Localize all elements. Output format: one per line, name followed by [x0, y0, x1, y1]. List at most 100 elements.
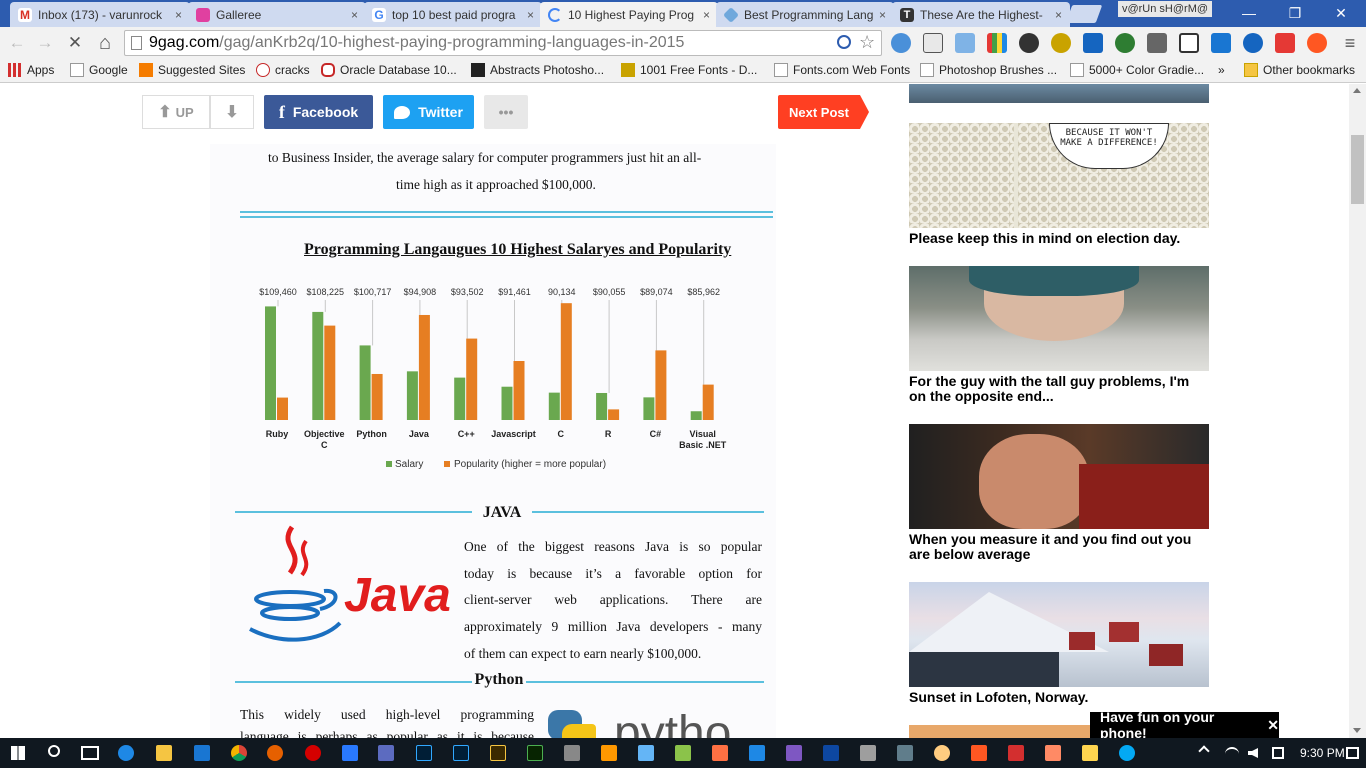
bookmark-google[interactable]: Google [70, 63, 128, 77]
extension-icon[interactable] [1083, 33, 1103, 53]
tab-galleree[interactable]: Galleree × [188, 2, 366, 27]
app-icon[interactable] [342, 745, 358, 761]
scroll-down-arrow[interactable] [1353, 728, 1361, 733]
forward-button[interactable]: → [34, 32, 56, 54]
extension-icon[interactable] [1179, 33, 1199, 53]
extension-icon[interactable] [1307, 33, 1327, 53]
taskbar-clock[interactable]: 9:30 PM [1300, 746, 1345, 760]
sidebar-caption[interactable]: For the guy with the tall guy problems, … [909, 374, 1209, 404]
app-icon[interactable] [378, 745, 394, 761]
close-window-button[interactable]: ✕ [1318, 0, 1364, 27]
bookmarks-overflow-button[interactable]: » [1218, 63, 1225, 77]
sidebar-thumbnail[interactable] [909, 266, 1209, 371]
tab-best-programming[interactable]: Best Programming Lang × [716, 2, 894, 27]
upvote-button[interactable]: ⬆ UP [142, 95, 210, 129]
firefox-icon[interactable] [267, 745, 283, 761]
search-icon[interactable] [48, 745, 60, 757]
wifi-icon[interactable] [1225, 747, 1239, 761]
bookmark-suggested-sites[interactable]: Suggested Sites [139, 63, 245, 77]
app-icon[interactable] [1045, 745, 1061, 761]
close-icon[interactable]: × [175, 8, 182, 22]
tray-chevron-icon[interactable] [1198, 745, 1210, 757]
restore-button[interactable]: ❐ [1272, 0, 1318, 27]
extension-icon[interactable] [891, 33, 911, 53]
app-icon[interactable] [823, 745, 839, 761]
minimize-button[interactable]: — [1226, 0, 1272, 27]
bookmark-abstracts[interactable]: Abstracts Photosho... [471, 63, 604, 77]
tab-highest[interactable]: T These Are the Highest- × [892, 2, 1070, 27]
store-icon[interactable] [194, 745, 210, 761]
app-icon[interactable] [638, 745, 654, 761]
extension-icon[interactable] [1243, 33, 1263, 53]
app-icon[interactable] [601, 745, 617, 761]
bookmark-fonts-1001[interactable]: 1001 Free Fonts - D... [621, 63, 757, 77]
app-icon[interactable] [712, 745, 728, 761]
extension-icon[interactable] [955, 33, 975, 53]
twitter-share-button[interactable]: Twitter [383, 95, 474, 129]
sidebar-caption[interactable]: Please keep this in mind on election day… [909, 231, 1209, 246]
skype-icon[interactable] [1119, 745, 1135, 761]
windows-start-icon[interactable] [11, 746, 25, 760]
app-icon[interactable] [971, 745, 987, 761]
gear-icon[interactable] [1019, 33, 1039, 53]
close-icon[interactable]: ✕ [1267, 717, 1279, 734]
file-explorer-icon[interactable] [156, 745, 172, 761]
sidebar-thumbnail[interactable] [909, 582, 1209, 687]
extension-icon[interactable] [1147, 33, 1167, 53]
app-icon[interactable] [934, 745, 950, 761]
bookmark-apps[interactable]: Apps [8, 63, 54, 77]
bookmark-photoshop-brushes[interactable]: Photoshop Brushes ... [920, 63, 1057, 77]
dreamweaver-icon[interactable] [527, 745, 543, 761]
phone-toast[interactable]: Have fun on your phone! ✕ [1090, 709, 1279, 741]
tab-inbox[interactable]: M Inbox (173) - varunrock × [10, 2, 190, 27]
extension-icon[interactable] [987, 33, 1007, 53]
close-icon[interactable]: × [1055, 8, 1062, 22]
chrome-icon[interactable] [231, 745, 247, 761]
sidebar-thumbnail[interactable]: BECAUSE IT WON'T MAKE A DIFFERENCE! [909, 123, 1209, 228]
home-button[interactable]: ⌂ [94, 32, 116, 54]
opera-icon[interactable] [305, 745, 321, 761]
sidebar-thumbnail[interactable] [909, 424, 1209, 529]
close-icon[interactable]: × [879, 8, 886, 22]
close-icon[interactable]: × [527, 8, 534, 22]
close-icon[interactable]: × [351, 8, 358, 22]
more-share-button[interactable]: ••• [484, 95, 528, 129]
facebook-share-button[interactable]: f Facebook [264, 95, 373, 129]
app-icon[interactable] [675, 745, 691, 761]
next-post-arrow[interactable] [860, 95, 869, 129]
notification-icon[interactable] [1346, 747, 1359, 759]
stop-button[interactable]: ✕ [64, 32, 86, 54]
task-view-icon[interactable] [81, 746, 99, 760]
scrollbar-thumb[interactable] [1351, 135, 1364, 204]
app-icon[interactable] [749, 745, 765, 761]
gmail-icon[interactable] [1275, 33, 1295, 53]
sidebar-thumbnail[interactable] [909, 84, 1209, 103]
fireworks-icon[interactable] [490, 745, 506, 761]
edge-icon[interactable] [118, 745, 134, 761]
downvote-button[interactable]: ⬇ [210, 95, 254, 129]
photoshop-icon[interactable] [453, 745, 469, 761]
extension-icon[interactable] [923, 33, 943, 53]
next-post-button[interactable]: Next Post [778, 95, 860, 129]
app-icon[interactable] [1082, 745, 1098, 761]
app-icon[interactable] [564, 745, 580, 761]
app-icon[interactable] [897, 745, 913, 761]
filezilla-icon[interactable] [1008, 745, 1024, 761]
bookmark-color-gradients[interactable]: 5000+ Color Gradie... [1070, 63, 1204, 77]
app-icon[interactable] [860, 745, 876, 761]
address-bar[interactable]: 9gag.com/gag/anKrb2q/10-highest-paying-p… [124, 30, 882, 56]
extension-icon[interactable] [1051, 33, 1071, 53]
volume-icon[interactable] [1248, 748, 1258, 758]
tab-google-search[interactable]: G top 10 best paid progra × [364, 2, 542, 27]
ime-icon[interactable] [1272, 747, 1284, 759]
bookmark-oracle[interactable]: Oracle Database 10... [321, 63, 457, 77]
scroll-up-arrow[interactable] [1353, 88, 1361, 93]
search-icon[interactable] [837, 35, 851, 49]
new-tab-button[interactable] [1065, 5, 1103, 23]
photoshop-icon[interactable] [416, 745, 432, 761]
back-button[interactable]: ← [6, 32, 28, 54]
close-icon[interactable]: × [703, 8, 710, 22]
bookmark-fonts-com[interactable]: Fonts.com Web Fonts [774, 63, 910, 77]
tab-active-9gag[interactable]: 10 Highest Paying Prog × [540, 2, 718, 27]
extension-icon[interactable] [1115, 33, 1135, 53]
